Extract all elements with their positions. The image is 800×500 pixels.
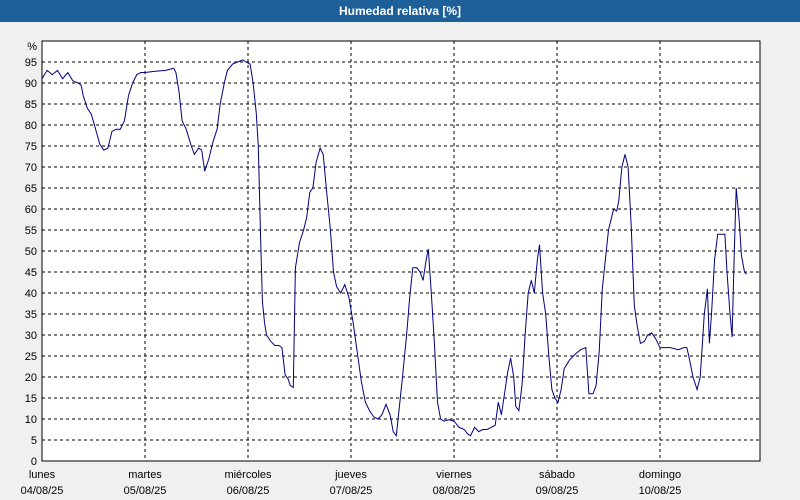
y-tick-label: 75: [25, 141, 37, 153]
x-tick-date-label: 05/08/25: [124, 485, 167, 497]
y-tick-label: 65: [25, 183, 37, 195]
y-tick-label: 95: [25, 57, 37, 69]
x-tick-date-label: 04/08/25: [21, 485, 64, 497]
y-tick-label: 20: [25, 372, 37, 384]
y-tick-label: 5: [31, 435, 37, 447]
y-axis-ticks: 0 5 10 15 20 25 30 35 40 45 50 55 60 65 70 75 80 85 90 95: [25, 57, 37, 468]
plot-area: [41, 40, 761, 462]
y-axis-label: %: [27, 41, 37, 53]
y-tick-label: 35: [25, 309, 37, 321]
y-tick-label: 90: [25, 78, 37, 90]
y-tick-label: 15: [25, 393, 37, 405]
y-tick-label: 60: [25, 204, 37, 216]
y-tick-label: 40: [25, 288, 37, 300]
x-tick-date-label: 06/08/25: [227, 485, 270, 497]
y-tick-label: 55: [25, 225, 37, 237]
humidity-chart: 0 5 10 15 20 25 30 35 40 45 50 55 60 65 70 75 80 85 90 95 %…: [21, 40, 761, 497]
x-axis-ticks: lunes 04/08/25 martes 05/08/25 miércoles 06/0…: [21, 469, 682, 497]
x-tick-day-label: miércoles: [224, 469, 272, 481]
x-tick-day-label: sábado: [539, 469, 575, 481]
y-tick-label: 25: [25, 351, 37, 363]
x-tick-day-label: jueves: [334, 469, 367, 481]
x-tick-date-label: 09/08/25: [536, 485, 579, 497]
y-tick-label: 85: [25, 99, 37, 111]
y-tick-label: 0: [31, 456, 37, 468]
x-tick-day-label: martes: [128, 469, 162, 481]
y-tick-label: 50: [25, 246, 37, 258]
y-tick-label: 10: [25, 414, 37, 426]
y-tick-label: 30: [25, 330, 37, 342]
y-tick-label: 45: [25, 267, 37, 279]
x-tick-day-label: lunes: [29, 469, 56, 481]
x-tick-date-label: 08/08/25: [433, 485, 476, 497]
x-tick-date-label: 07/08/25: [330, 485, 373, 497]
x-tick-date-label: 10/08/25: [639, 485, 682, 497]
y-tick-label: 70: [25, 162, 37, 174]
x-tick-day-label: domingo: [639, 469, 681, 481]
x-tick-day-label: viernes: [436, 469, 472, 481]
y-tick-label: 80: [25, 120, 37, 132]
